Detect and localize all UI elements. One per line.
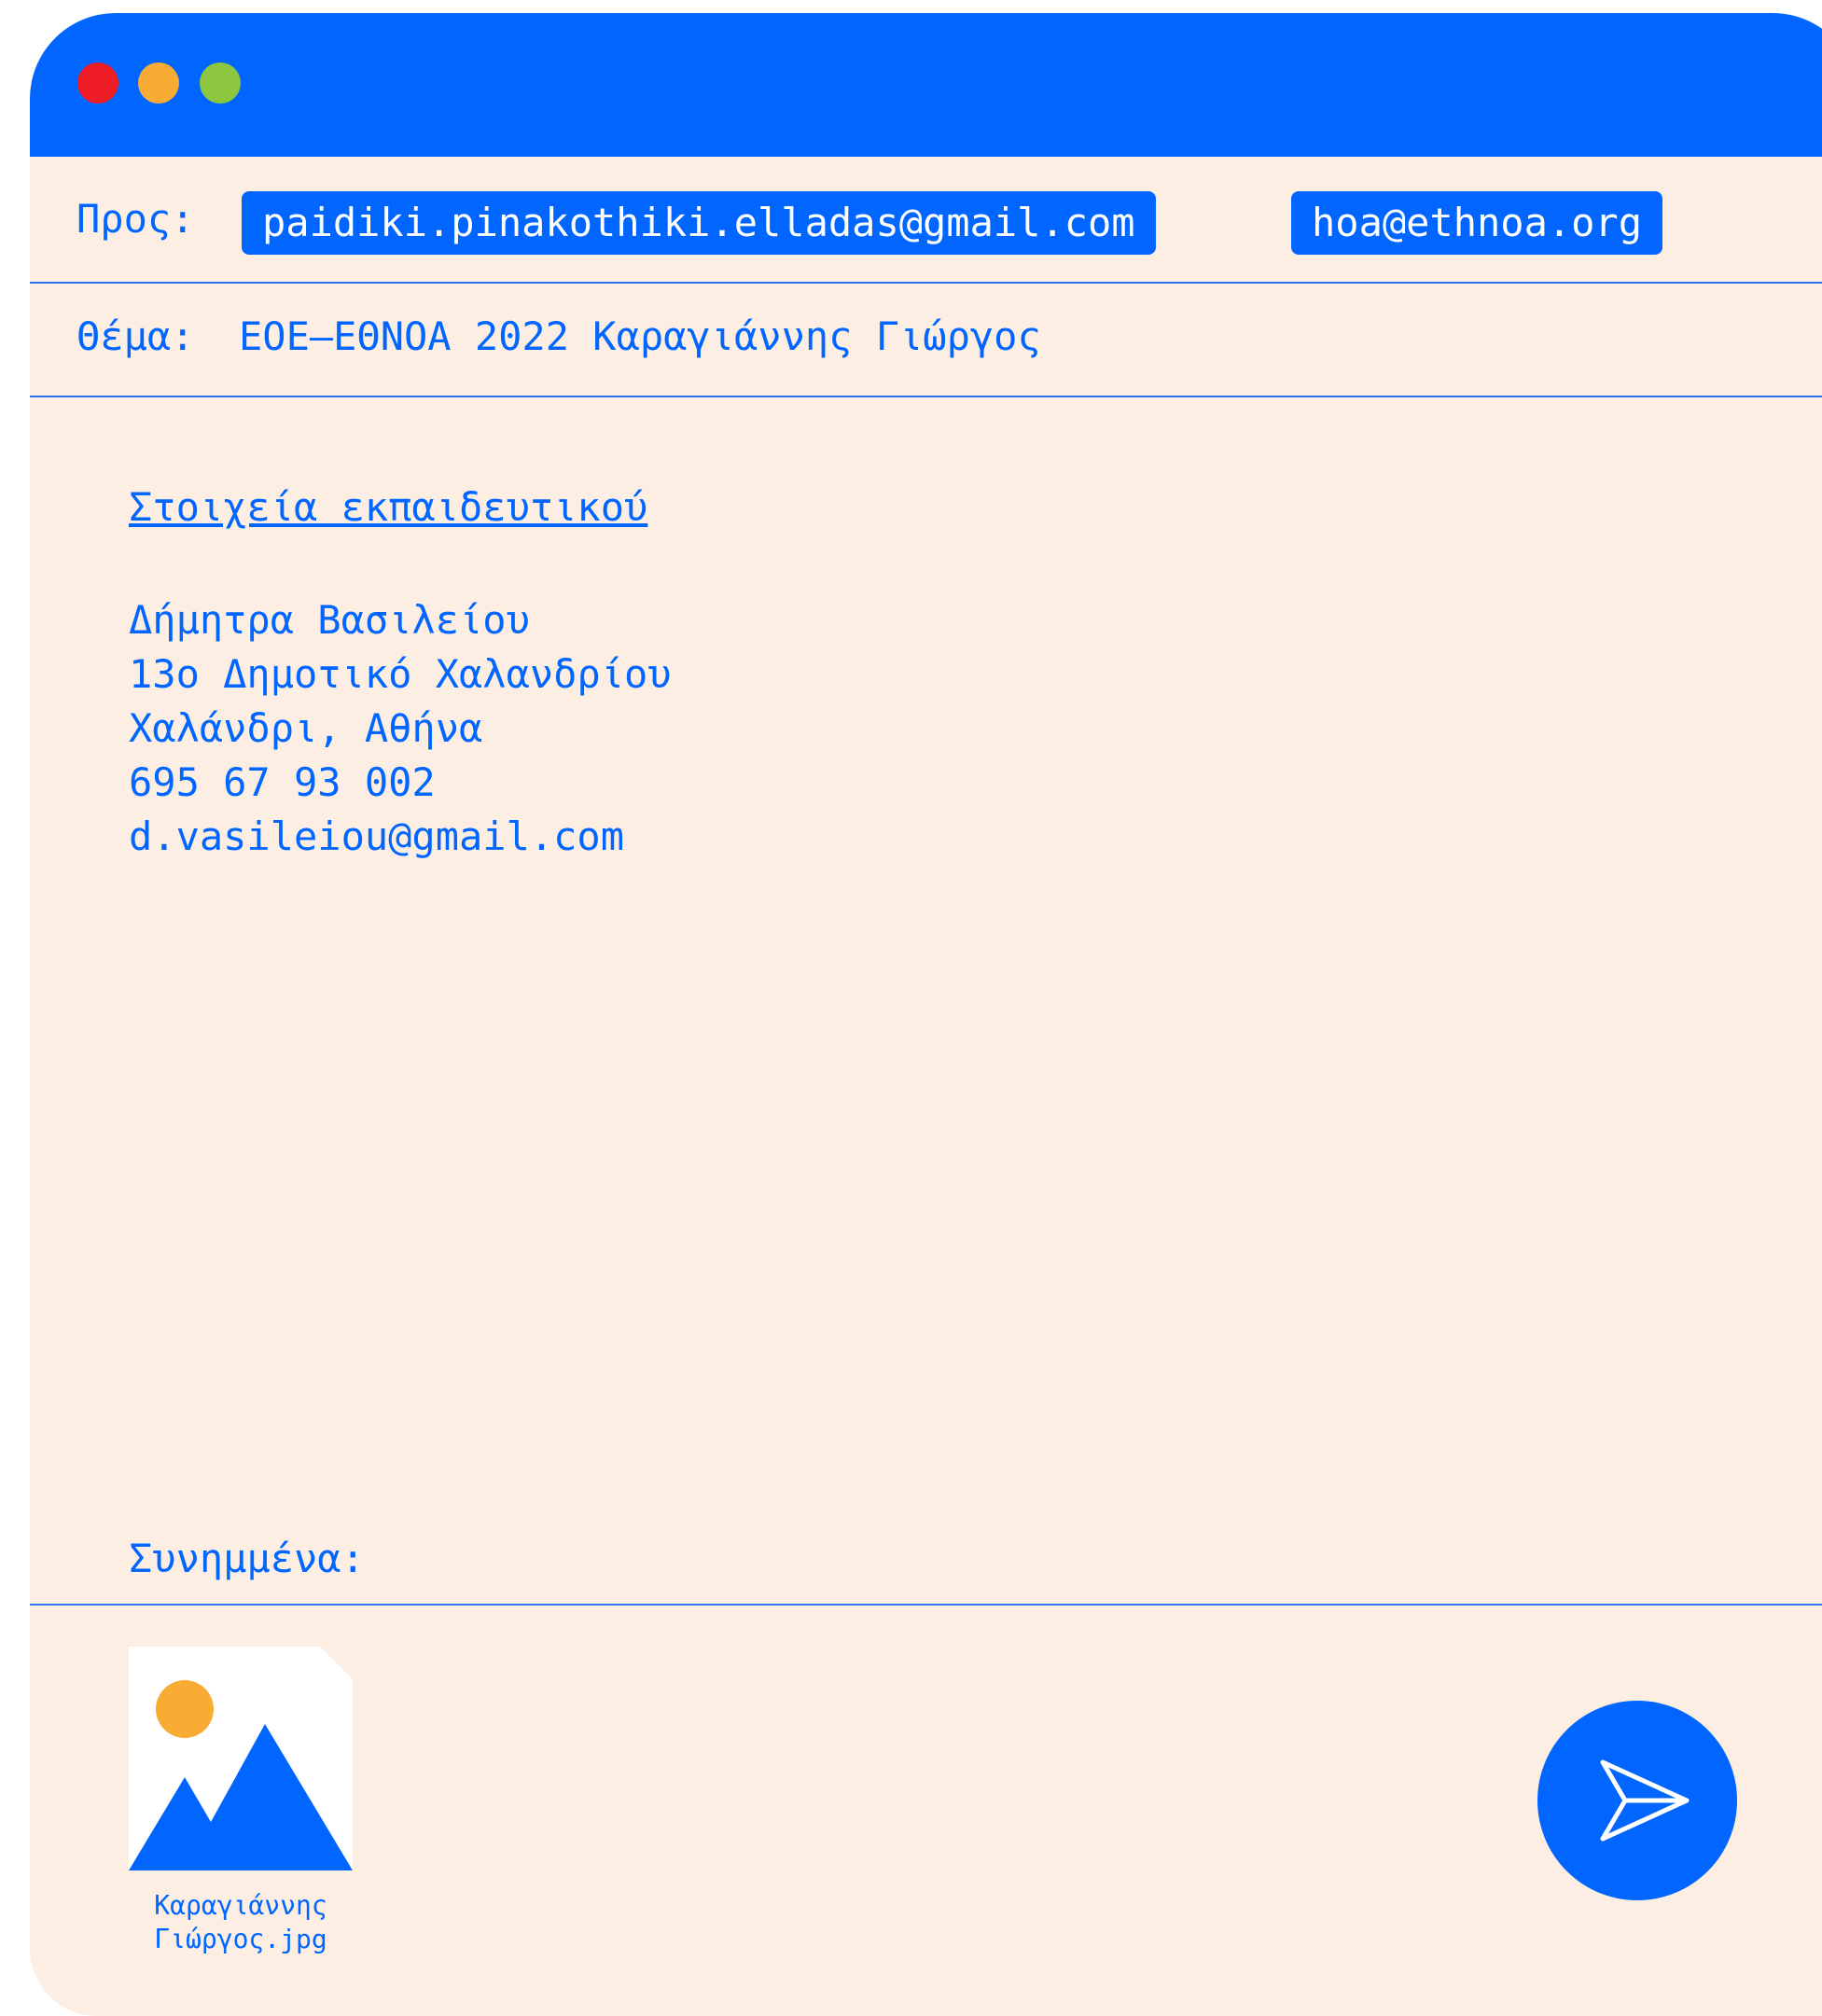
- attachments-label: Συνημμένα:: [129, 1536, 365, 1581]
- title-bar: [30, 13, 1822, 157]
- school-name: 13ο Δημοτικό Χαλανδρίου: [129, 651, 672, 697]
- to-field-row[interactable]: Προς: paidiki.pinakothiki.elladas@gmail.…: [30, 157, 1822, 284]
- recipient-chip[interactable]: hoa@ethnoa.org: [1291, 191, 1663, 255]
- subject-input[interactable]: ΕΟΕ–ΕΘΝΟΑ 2022 Καραγιάννης Γιώργος: [239, 313, 1041, 359]
- teacher-name: Δήμητρα Βασιλείου: [129, 597, 530, 643]
- email-address: d.vasileiou@gmail.com: [129, 813, 625, 859]
- location: Χαλάνδρι, Αθήνα: [129, 705, 483, 751]
- teacher-details-link[interactable]: Στοιχεία εκπαιδευτικού: [129, 484, 1821, 530]
- send-icon: [1600, 1759, 1690, 1842]
- message-body[interactable]: Στοιχεία εκπαιδευτικού Δήμητρα Βασιλείου…: [129, 484, 1821, 864]
- image-file-icon: [129, 1647, 353, 1870]
- subject-field-row[interactable]: Θέμα: ΕΟΕ–ΕΘΝΟΑ 2022 Καραγιάννης Γιώργος: [30, 284, 1822, 397]
- teacher-details: Δήμητρα Βασιλείου 13ο Δημοτικό Χαλανδρίο…: [129, 593, 1821, 864]
- maximize-window-button[interactable]: [200, 63, 241, 104]
- attachment-file[interactable]: Καραγιάννης Γιώργος.jpg: [129, 1647, 353, 1956]
- attachments-divider: [30, 1604, 1822, 1606]
- recipient-chip[interactable]: paidiki.pinakothiki.elladas@gmail.com: [242, 191, 1156, 255]
- send-button[interactable]: [1537, 1701, 1737, 1900]
- minimize-window-button[interactable]: [138, 63, 179, 104]
- close-window-button[interactable]: [77, 63, 118, 104]
- subject-label: Θέμα:: [76, 313, 195, 359]
- phone-number: 695 67 93 002: [129, 759, 436, 805]
- email-compose-window: Προς: paidiki.pinakothiki.elladas@gmail.…: [30, 13, 1822, 2016]
- attachment-filename: Καραγιάννης Γιώργος.jpg: [154, 1890, 327, 1954]
- to-label: Προς:: [76, 196, 195, 242]
